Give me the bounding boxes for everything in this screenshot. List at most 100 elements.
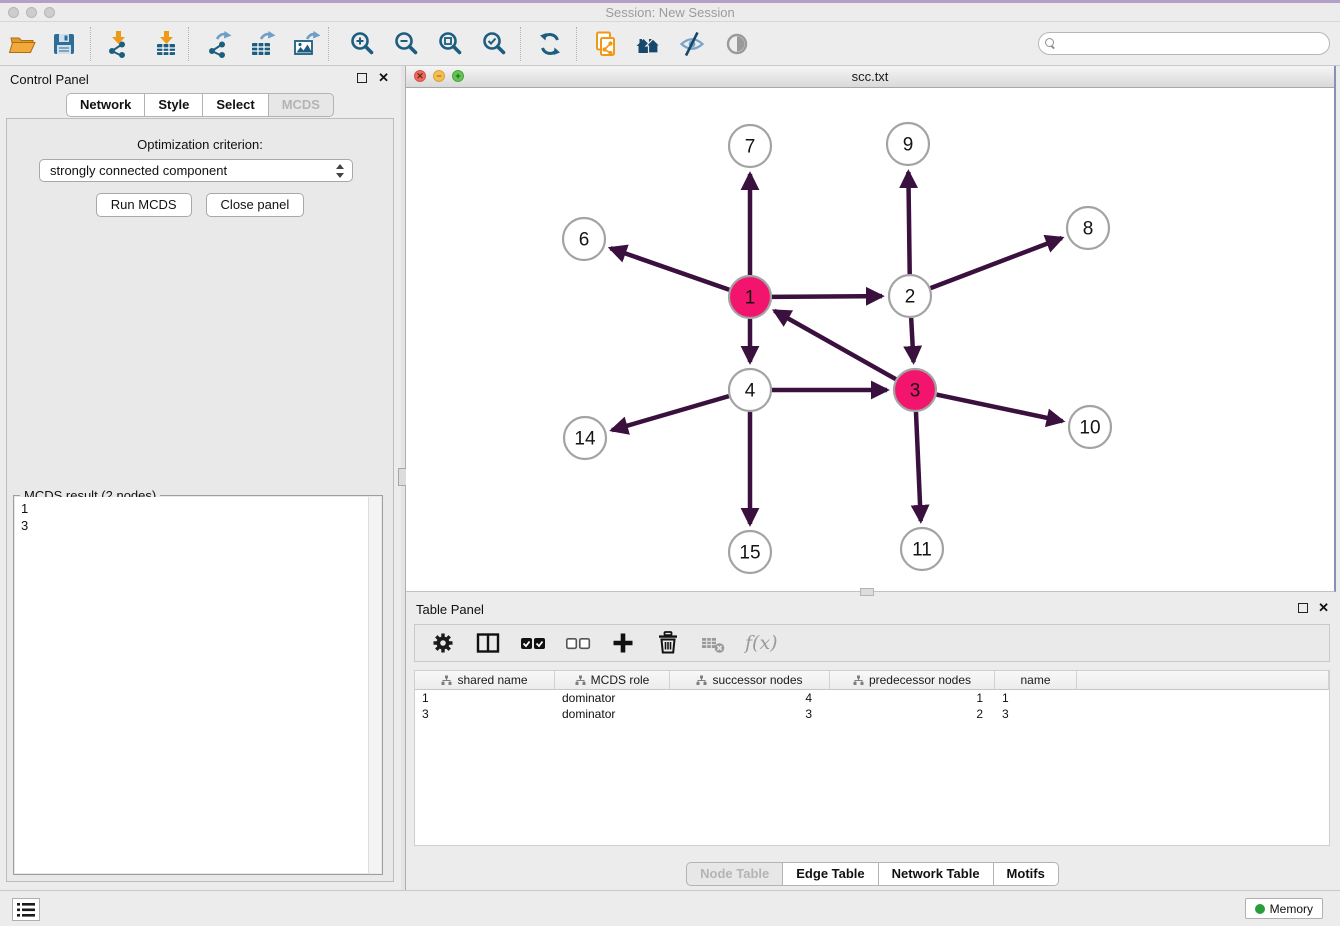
table-cell[interactable]: 1 [995, 690, 1077, 706]
search-input[interactable] [1060, 35, 1329, 53]
search-field[interactable] [1038, 32, 1330, 55]
graph-edge-2-9[interactable] [908, 172, 909, 274]
export-table-button[interactable] [244, 26, 280, 62]
toolbar-separator [576, 27, 577, 61]
tab-edge-table[interactable]: Edge Table [782, 862, 878, 886]
hide-selected-button[interactable] [674, 26, 710, 62]
graph-edge-2-8[interactable] [931, 238, 1062, 288]
table-cell[interactable]: 3 [995, 706, 1077, 722]
column-header-predecessor-nodes[interactable]: predecessor nodes [830, 671, 995, 690]
search-icon [1045, 38, 1056, 49]
table-cell[interactable]: 4 [670, 690, 830, 706]
tab-network[interactable]: Network [66, 93, 145, 117]
export-image-button[interactable] [288, 26, 324, 62]
table-cell[interactable]: 2 [830, 706, 995, 722]
optimization-criterion-select[interactable]: strongly connected component [39, 159, 353, 182]
save-icon [50, 30, 78, 58]
zoom-selected-icon [480, 30, 508, 58]
mcds-result-list[interactable]: 13 [15, 497, 381, 873]
svg-text:f(x): f(x) [744, 632, 778, 654]
table-cell[interactable]: 3 [670, 706, 830, 722]
refresh-icon [536, 30, 564, 58]
zoom-out-button[interactable] [388, 26, 424, 62]
unselect-all-columns-button[interactable] [564, 629, 592, 657]
column-header-name[interactable]: name [995, 671, 1077, 690]
tab-select[interactable]: Select [202, 93, 268, 117]
table-row[interactable]: 1dominator411 [415, 690, 1329, 706]
graph-edge-3-1[interactable] [774, 311, 895, 379]
graph-edge-1-2[interactable] [772, 296, 882, 297]
import-network-button[interactable] [100, 26, 136, 62]
add-column-button[interactable] [609, 629, 637, 657]
graph-edge-3-10[interactable] [937, 395, 1063, 422]
delete-column-button[interactable] [654, 629, 682, 657]
table-cell[interactable]: 1 [830, 690, 995, 706]
graph-edge-1-6[interactable] [610, 248, 729, 290]
export-network-button[interactable] [200, 26, 236, 62]
network-graph[interactable]: 7968124314101511 [406, 88, 1334, 591]
tab-node-table[interactable]: Node Table [686, 862, 783, 886]
zoom-in-button[interactable] [344, 26, 380, 62]
tab-motifs[interactable]: Motifs [993, 862, 1059, 886]
graph-edge-4-14[interactable] [612, 396, 729, 430]
eye-disabled-icon [723, 30, 751, 58]
task-history-button[interactable] [12, 898, 40, 921]
table-panel-header: Table Panel ✕ [406, 596, 1340, 622]
close-panel-button[interactable]: Close panel [206, 193, 305, 217]
open-session-button[interactable] [4, 26, 40, 62]
network-title: scc.txt [406, 69, 1334, 84]
result-line: 3 [21, 517, 375, 534]
node-table[interactable]: shared name MCDS rolesuccessor nodesprede… [414, 670, 1330, 846]
network-window-titlebar[interactable]: ✕ − + scc.txt [406, 66, 1334, 88]
tab-network-table[interactable]: Network Table [878, 862, 994, 886]
import-table-button[interactable] [148, 26, 184, 62]
column-header-MCDS-role[interactable]: MCDS role [555, 671, 670, 690]
result-scrollbar[interactable] [368, 497, 381, 873]
horizontal-splitter-handle[interactable] [860, 588, 874, 596]
memory-button[interactable]: Memory [1245, 898, 1323, 919]
mcds-result-group: MCDS result (2 nodes) 13 [13, 495, 383, 875]
import-table-icon [152, 30, 180, 58]
show-all-button[interactable] [719, 26, 755, 62]
table-cell[interactable]: dominator [555, 706, 670, 722]
houses-icon [635, 30, 663, 58]
run-mcds-button[interactable]: Run MCDS [96, 193, 192, 217]
column-header-successor-nodes[interactable]: successor nodes [670, 671, 830, 690]
optimization-criterion-label: Optimization criterion: [7, 137, 393, 152]
table-row[interactable]: 3dominator323 [415, 706, 1329, 722]
table-cell[interactable]: 3 [415, 706, 555, 722]
close-table-panel-icon[interactable]: ✕ [1318, 600, 1329, 616]
titlebar: Session: New Session [0, 0, 1340, 22]
tree-icon [441, 675, 452, 686]
zoom-fit-button[interactable] [432, 26, 468, 62]
select-all-columns-button[interactable] [519, 629, 547, 657]
main-toolbar [0, 22, 1340, 66]
float-table-panel-icon[interactable] [1298, 603, 1308, 613]
node-table-body: 1dominator4113dominator323 [415, 690, 1329, 722]
table-settings-button[interactable] [429, 629, 457, 657]
tree-icon [853, 675, 864, 686]
split-panel-button[interactable] [474, 629, 502, 657]
graph-edge-3-11[interactable] [916, 412, 921, 521]
graph-node-label-14: 14 [574, 429, 596, 450]
network-canvas[interactable]: 7968124314101511 [406, 88, 1334, 591]
export-table-icon [248, 30, 276, 58]
graph-node-label-8: 8 [1083, 219, 1094, 240]
table-panel: Table Panel ✕ f(x) shared name MCDS roles… [406, 596, 1340, 890]
float-panel-icon[interactable] [357, 73, 367, 83]
table-cell[interactable]: dominator [555, 690, 670, 706]
graph-edge-2-3[interactable] [911, 318, 913, 362]
control-panel-header: Control Panel ✕ [0, 66, 401, 92]
column-label: shared name [457, 673, 527, 687]
tab-style[interactable]: Style [144, 93, 203, 117]
column-header-shared-name[interactable]: shared name [415, 671, 555, 690]
first-neighbors-button[interactable] [631, 26, 667, 62]
table-cell[interactable]: 1 [415, 690, 555, 706]
close-panel-icon[interactable]: ✕ [378, 70, 389, 86]
zoom-selected-button[interactable] [476, 26, 512, 62]
graph-node-label-3: 3 [910, 381, 921, 402]
clone-network-button[interactable] [587, 26, 623, 62]
refresh-layout-button[interactable] [532, 26, 568, 62]
tab-mcds[interactable]: MCDS [268, 93, 334, 117]
save-session-button[interactable] [46, 26, 82, 62]
